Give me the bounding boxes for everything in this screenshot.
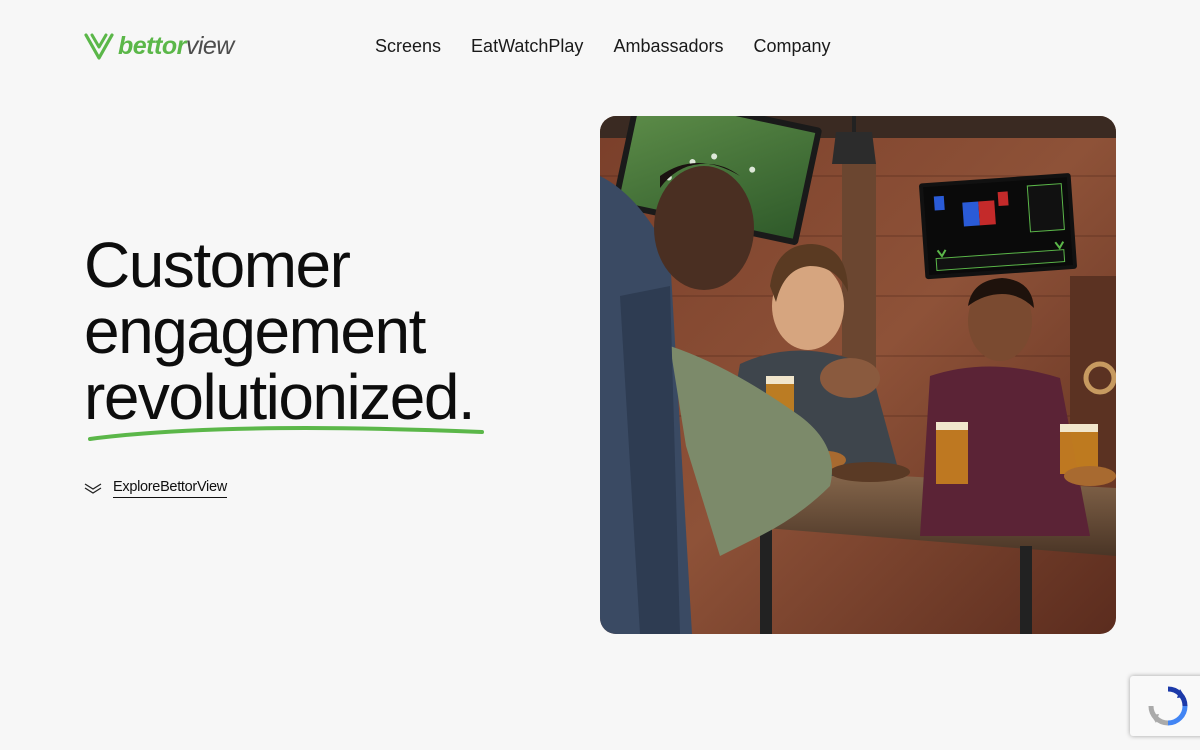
bettorview-mark-icon (84, 33, 114, 60)
hero-headline-line-2: engagement (84, 295, 426, 367)
hero-photo (600, 116, 1116, 634)
brand-logo[interactable]: bettorview (84, 30, 234, 62)
nav-item-ambassadors[interactable]: Ambassadors (613, 36, 723, 56)
nav-item-screens[interactable]: Screens (375, 36, 441, 56)
explore-link[interactable]: ExploreBettorView (84, 478, 227, 498)
hero-headline: Customer engagement revolutionized. (84, 232, 544, 430)
recaptcha-icon (1148, 686, 1188, 726)
headline-underline-stroke (88, 426, 484, 441)
brand-wordmark-light: view (185, 31, 235, 60)
explore-link-label: ExploreBettorView (113, 478, 227, 498)
brand-wordmark: bettorview (118, 31, 235, 60)
double-chevron-down-icon (84, 483, 102, 494)
hero-headline-line-1: Customer (84, 229, 351, 301)
recaptcha-badge[interactable] (1130, 676, 1200, 736)
nav-item-eatwatchplay[interactable]: EatWatchPlay (471, 36, 583, 56)
main-nav: Screens EatWatchPlay Ambassadors Company (375, 34, 831, 58)
page: bettorview Screens EatWatchPlay Ambassad… (0, 0, 1200, 750)
nav-item-company[interactable]: Company (754, 36, 831, 56)
brand-wordmark-bold: bettor (118, 31, 186, 60)
